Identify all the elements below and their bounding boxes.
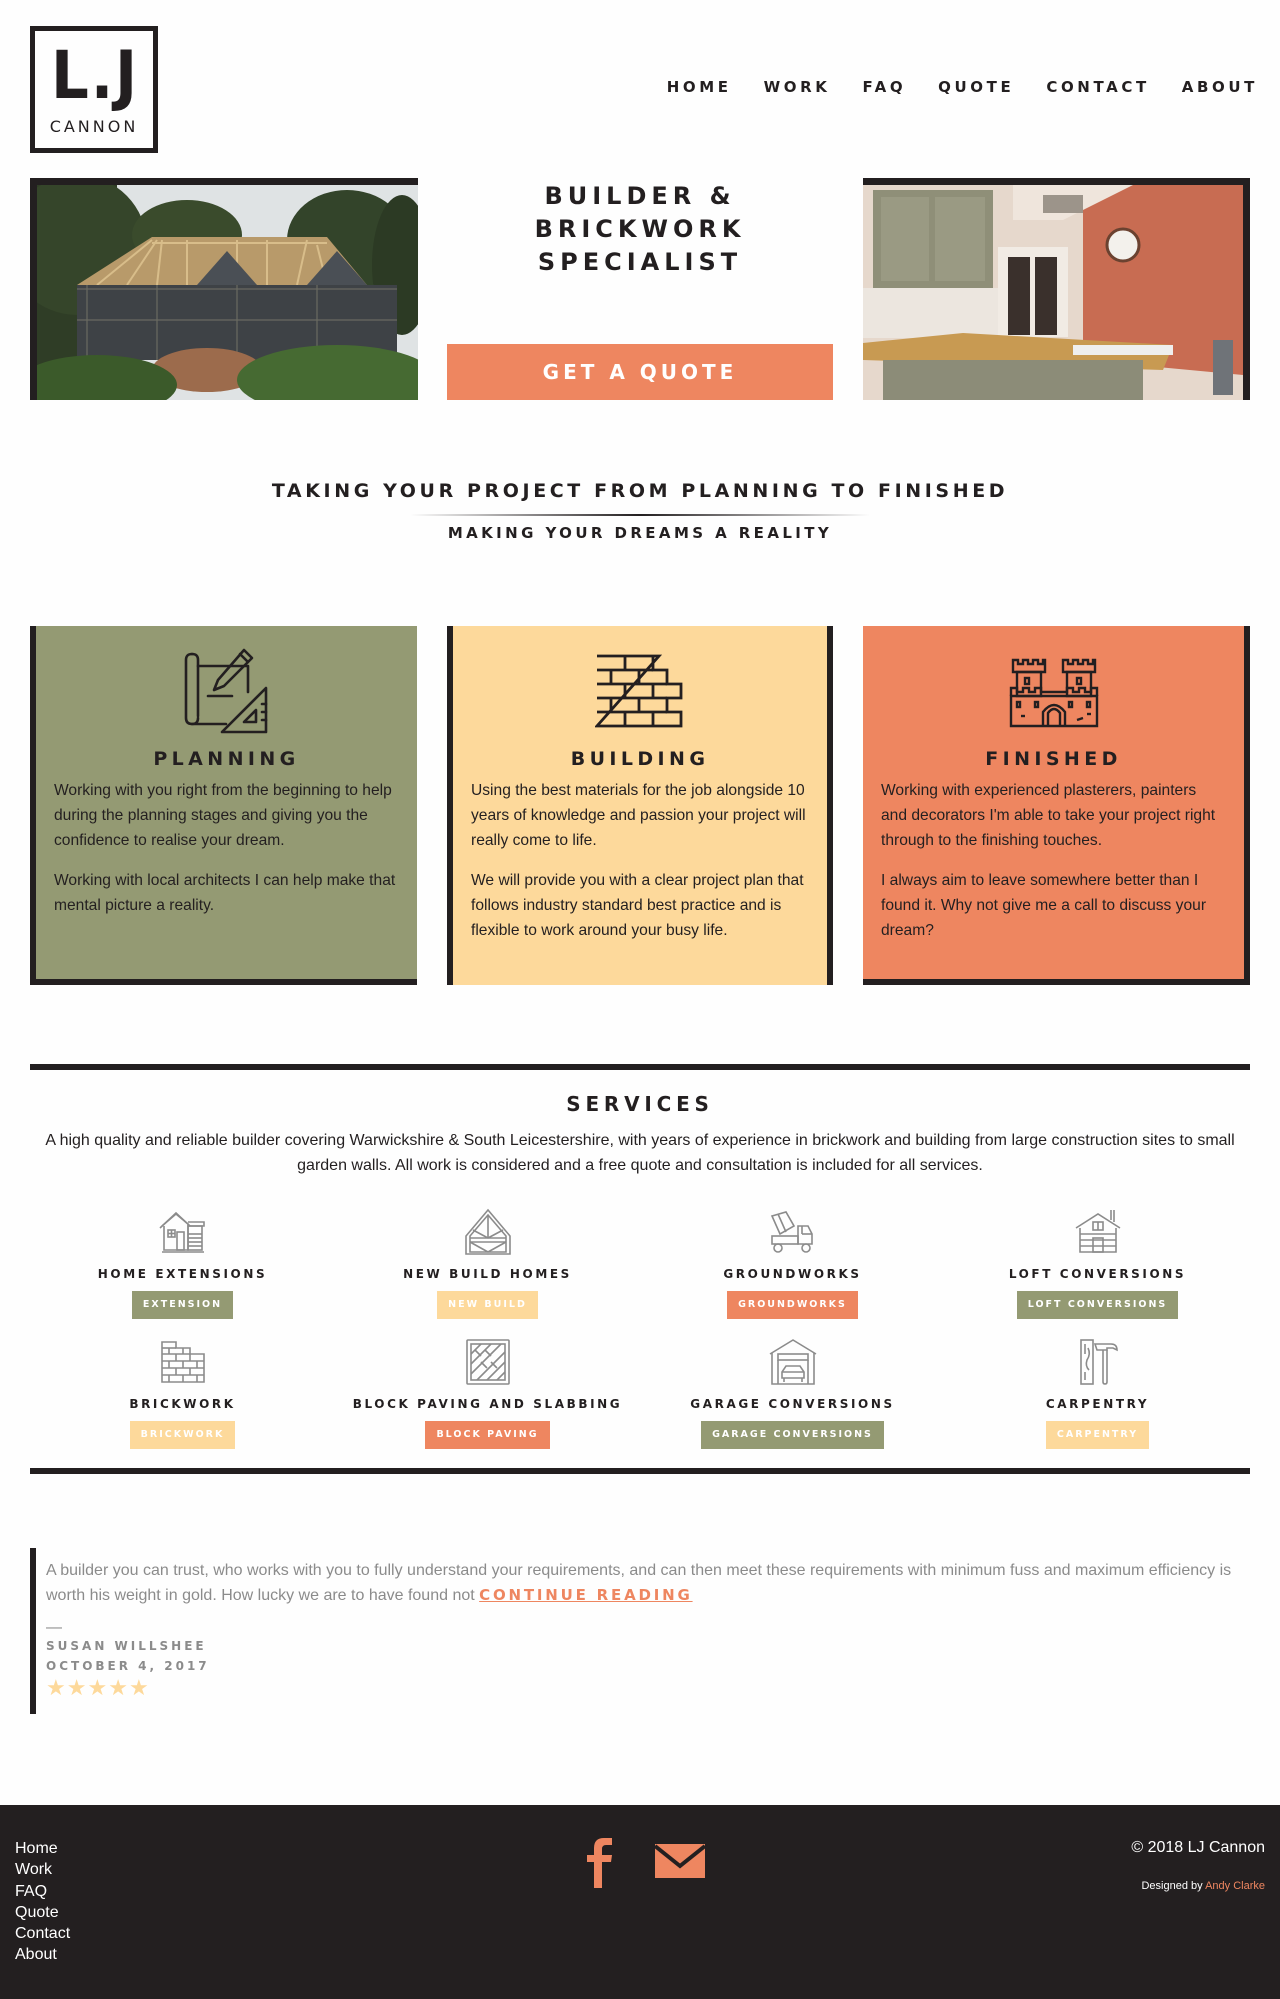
nav-work[interactable]: WORK [764,78,831,96]
finished-card: FINISHED Working with experienced plaste… [863,626,1250,985]
rating-stars: ★ ★ ★ ★ ★ [46,1677,1250,1699]
house-extension-icon [158,1211,205,1253]
testimonial-dash: — [46,1619,62,1636]
services-top-divider [30,1064,1250,1070]
tagline-subheading: MAKING YOUR DREAMS A REALITY [447,524,833,542]
service-brickwork: BRICKWORK BRICKWORK [30,1338,335,1449]
star-icon: ★ [66,1675,87,1700]
designer-link[interactable]: Andy Clarke [1205,1880,1265,1892]
copyright-text: © 2018 LJ Cannon [1131,1839,1265,1856]
main-nav: HOME WORK FAQ QUOTE CONTACT ABOUT [635,78,1258,96]
service-tag-new-build[interactable]: NEW BUILD [437,1291,538,1319]
planning-text-1: Working with you right from the beginnin… [54,782,392,849]
house-under-construction-photo [30,178,418,400]
service-name: BLOCK PAVING AND SLABBING [352,1397,623,1411]
logo-name: CANNON [49,117,139,136]
service-name: HOME EXTENSIONS [97,1267,268,1281]
service-home-extensions: HOME EXTENSIONS EXTENSION [30,1208,335,1319]
finished-text-1: Working with experienced plasterers, pai… [881,782,1216,849]
star-icon: ★ [128,1675,149,1700]
nav-about[interactable]: ABOUT [1182,78,1258,96]
service-tag-loft-conversions[interactable]: LOFT CONVERSIONS [1016,1291,1179,1319]
building-text-1: Using the best materials for the job alo… [471,782,806,849]
nav-contact[interactable]: CONTACT [1046,78,1149,96]
designer-credit: Designed by Andy Clarke [1141,1880,1265,1892]
plank-hammer-icon [1079,1339,1118,1385]
service-tag-groundworks[interactable]: GROUNDWORKS [727,1291,858,1319]
footer-link-home[interactable]: Home [15,1838,70,1859]
service-garage-conversions: GARAGE CONVERSIONS GARAGE CONVERSIONS [640,1338,945,1449]
nav-quote[interactable]: QUOTE [938,78,1014,96]
continue-reading-link[interactable]: CONTINUE READING [479,1586,692,1604]
service-groundworks: GROUNDWORKS GROUNDWORKS [640,1208,945,1319]
site-logo[interactable]: L.J CANNON [30,26,158,153]
service-name: NEW BUILD HOMES [403,1267,572,1281]
service-name: GROUNDWORKS [723,1267,862,1281]
planning-title: PLANNING [153,748,300,770]
cement-mixer-truck-icon [770,1211,813,1253]
service-tag-extension[interactable]: EXTENSION [131,1291,234,1319]
service-tag-garage-conversions[interactable]: GARAGE CONVERSIONS [701,1421,884,1449]
footer-link-about[interactable]: About [15,1944,70,1965]
site-footer: Home Work FAQ Quote Contact About © 2018… [0,1805,1280,1999]
finished-title: FINISHED [985,748,1122,770]
service-name: CARPENTRY [1045,1397,1150,1411]
facebook-icon[interactable] [582,1836,618,1888]
service-tag-block-paving[interactable]: BLOCK PAVING [425,1421,550,1449]
finished-kitchen-photo [863,178,1250,400]
log-cabin-icon [1075,1210,1120,1253]
footer-link-work[interactable]: Work [15,1859,70,1880]
roof-frame-icon [464,1208,511,1255]
nav-home[interactable]: HOME [667,78,732,96]
finished-text-2: I always aim to leave somewhere better t… [881,872,1207,939]
footer-link-faq[interactable]: FAQ [15,1881,70,1902]
paving-tiles-icon [465,1339,510,1385]
star-icon: ★ [87,1675,108,1700]
services-bottom-divider [30,1468,1250,1474]
building-text-2: We will provide you with a clear project… [471,872,804,939]
service-loft-conversions: LOFT CONVERSIONS LOFT CONVERSIONS [945,1208,1250,1319]
castle-icon [1009,658,1098,728]
building-title: BUILDING [570,748,710,770]
star-icon: ★ [46,1675,66,1700]
nav-faq[interactable]: FAQ [862,78,906,96]
service-carpentry: CARPENTRY CARPENTRY [945,1338,1250,1449]
building-card: BUILDING Using the best materials for th… [447,626,833,985]
hero-title: BUILDER & BRICKWORK SPECIALIST [534,182,746,276]
tagline-divider [410,514,870,516]
star-icon: ★ [108,1675,128,1700]
service-name: LOFT CONVERSIONS [1008,1267,1187,1281]
footer-link-contact[interactable]: Contact [15,1923,70,1944]
designed-by-label: Designed by [1141,1880,1203,1892]
service-new-build-homes: NEW BUILD HOMES NEW BUILD [335,1208,640,1319]
email-icon[interactable] [655,1844,705,1878]
tagline-heading: TAKING YOUR PROJECT FROM PLANNING TO FIN… [271,480,1009,502]
brick-wall-icon [160,1341,205,1383]
get-a-quote-button[interactable]: GET A QUOTE [447,344,833,400]
service-block-paving: BLOCK PAVING AND SLABBING BLOCK PAVING [335,1338,640,1449]
planning-card: PLANNING Working with you right from the… [30,626,417,985]
garage-car-icon [769,1339,816,1385]
testimonial: A builder you can trust, who works with … [30,1548,1250,1714]
brick-wall-icon [595,654,683,728]
logo-mark: L.J [51,37,139,114]
service-tag-carpentry[interactable]: CARPENTRY [1045,1421,1150,1449]
planning-text-2: Working with local architects I can help… [54,872,396,914]
services-title: SERVICES [566,1092,714,1116]
blueprint-pencil-icon [184,648,267,734]
testimonial-author: SUSAN WILLSHEE [46,1639,207,1653]
service-name: GARAGE CONVERSIONS [690,1397,895,1411]
testimonial-date: OCTOBER 4, 2017 [46,1659,210,1673]
service-tag-brickwork[interactable]: BRICKWORK [129,1421,236,1449]
services-description: A high quality and reliable builder cove… [45,1132,1235,1174]
service-name: BRICKWORK [129,1397,236,1411]
footer-nav: Home Work FAQ Quote Contact About [15,1838,70,1966]
testimonial-quote: A builder you can trust, who works with … [46,1548,1250,1608]
footer-link-quote[interactable]: Quote [15,1902,70,1923]
